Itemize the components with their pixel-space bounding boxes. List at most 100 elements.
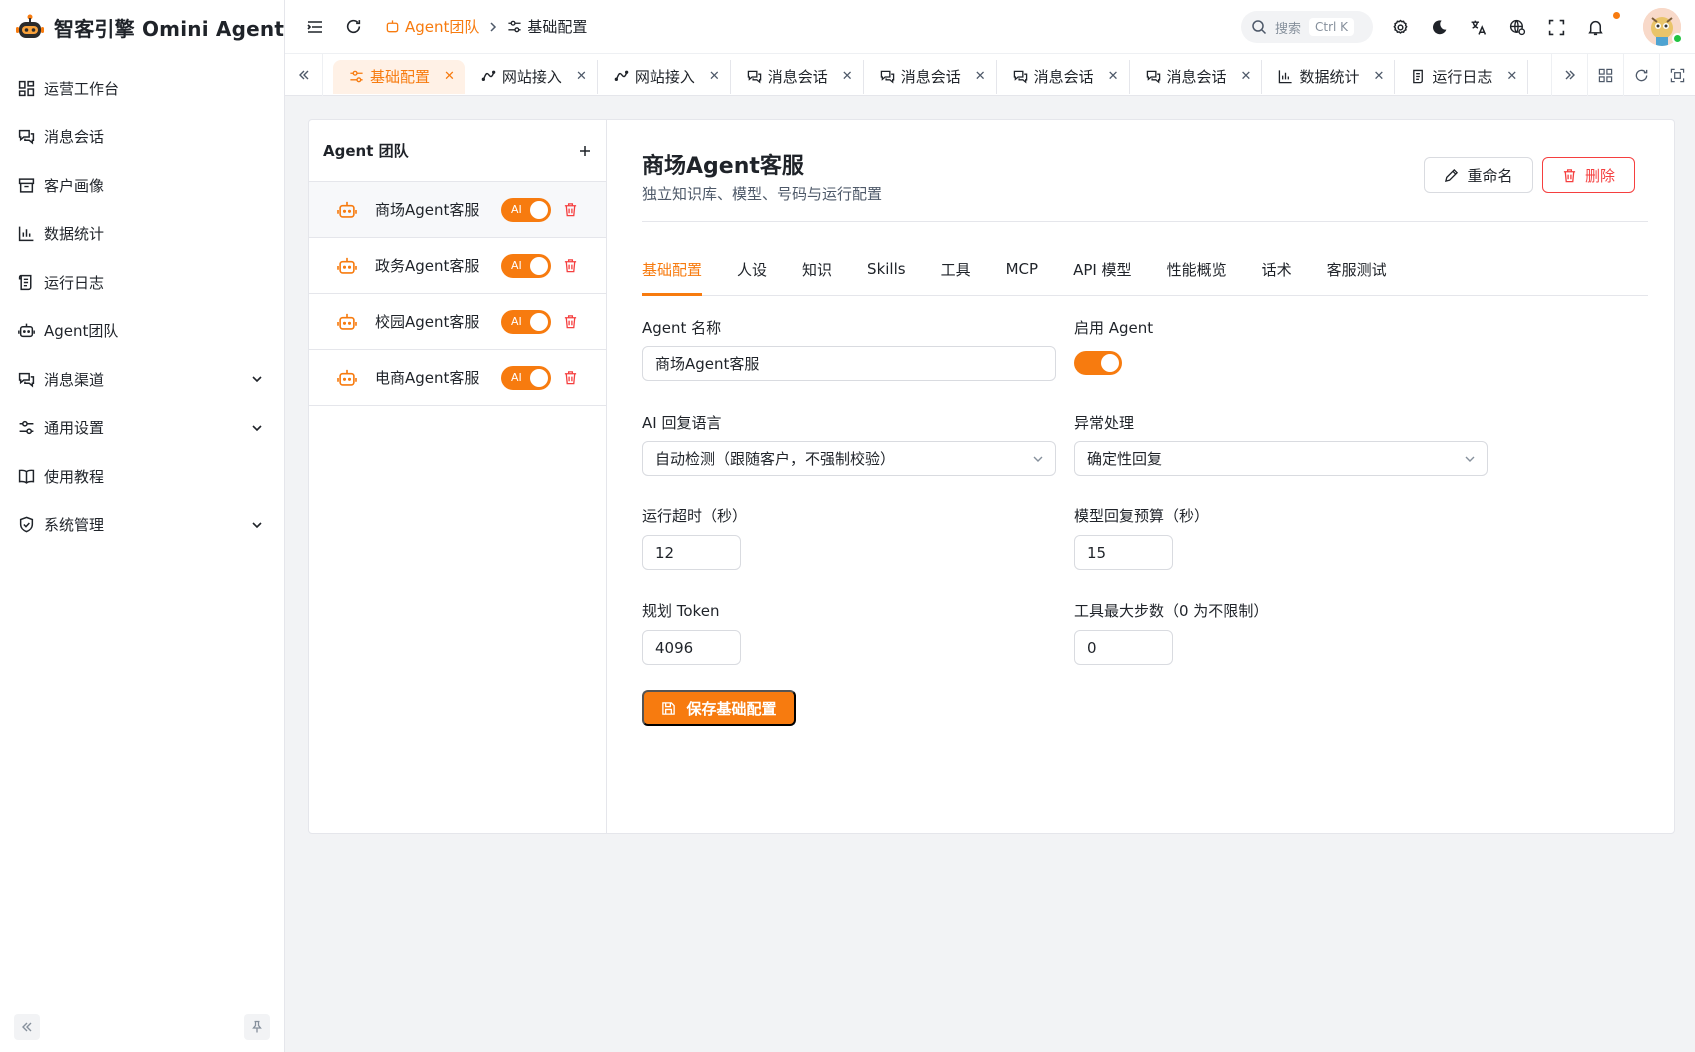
plan-token-field[interactable]: 4096 <box>642 630 741 665</box>
moon-icon <box>1431 19 1448 36</box>
tab-conversations[interactable]: 消息会话 ✕ <box>1130 59 1263 94</box>
language-button[interactable] <box>1468 17 1488 37</box>
tab-tools[interactable]: 工具 <box>941 252 971 296</box>
enable-agent-toggle[interactable] <box>1074 351 1122 375</box>
agent-name-field[interactable]: 商场Agent客服 <box>642 346 1056 381</box>
tab-conversations[interactable]: 消息会话 ✕ <box>864 59 997 94</box>
delete-agent-button[interactable] <box>563 258 578 273</box>
bell-icon <box>1587 19 1604 36</box>
agent-ai-toggle[interactable]: AI <box>501 309 551 334</box>
pin-sidebar-button[interactable] <box>244 1014 270 1040</box>
agent-ai-toggle[interactable]: AI <box>501 365 551 390</box>
sidebar-item-logs[interactable]: 运行日志 <box>0 258 284 307</box>
agent-ai-toggle[interactable]: AI <box>501 253 551 278</box>
pin-icon <box>250 1020 264 1034</box>
tab-label: 运行日志 <box>1432 68 1493 86</box>
tab-logs[interactable]: 运行日志 ✕ <box>1395 59 1529 94</box>
reply-language-select[interactable]: 自动检测（跟随客户，不强制校验） <box>642 441 1056 476</box>
add-agent-button[interactable] <box>578 144 592 158</box>
timeout-field[interactable]: 12 <box>642 535 741 570</box>
list-item[interactable]: 商场Agent客服 AI <box>309 182 606 238</box>
tab-label: 消息会话 <box>900 68 961 86</box>
search-box[interactable]: 搜索 Ctrl K <box>1241 11 1373 43</box>
sidebar-item-system[interactable]: 系统管理 <box>0 501 284 550</box>
fullscreen-button[interactable] <box>1546 17 1566 37</box>
agent-ai-toggle[interactable]: AI <box>501 197 551 222</box>
notifications-button[interactable] <box>1585 17 1605 37</box>
close-icon[interactable]: ✕ <box>444 69 455 84</box>
delete-agent-button[interactable] <box>563 202 578 217</box>
tab-label: 消息会话 <box>1166 68 1227 86</box>
tab-skills[interactable]: Skills <box>867 252 906 296</box>
tab-mcp[interactable]: MCP <box>1006 252 1038 296</box>
tabs-scroll-left-button[interactable] <box>285 53 323 96</box>
sidebar-item-customer-profile[interactable]: 客户画像 <box>0 161 284 210</box>
refresh-button[interactable] <box>343 17 363 37</box>
close-icon[interactable]: ✕ <box>975 69 986 84</box>
robot-icon <box>337 200 357 220</box>
agent-name: 电商Agent客服 <box>375 369 480 387</box>
chat-icon <box>18 371 35 388</box>
tab-basic-config[interactable]: 基础配置 ✕ <box>333 59 465 94</box>
rename-label: 重命名 <box>1467 167 1513 185</box>
tab-basic-config[interactable]: 基础配置 <box>642 252 703 296</box>
list-item[interactable]: 电商Agent客服 AI <box>309 350 606 406</box>
tab-website-access[interactable]: 网站接入 ✕ <box>598 59 731 94</box>
close-icon[interactable]: ✕ <box>576 69 587 84</box>
tab-knowledge[interactable]: 知识 <box>802 252 832 296</box>
agent-name: 商场Agent客服 <box>375 201 480 219</box>
collapse-sidebar-button[interactable] <box>14 1014 40 1040</box>
tabs-grid-button[interactable] <box>1587 54 1623 96</box>
tab-service-test[interactable]: 客服测试 <box>1327 252 1387 296</box>
close-icon[interactable]: ✕ <box>1373 69 1384 84</box>
tab-api-model[interactable]: API 模型 <box>1073 252 1132 296</box>
tab-website-access[interactable]: 网站接入 ✕ <box>465 59 598 94</box>
sidebar-item-dashboard[interactable]: 运营工作台 <box>0 64 284 113</box>
chevron-down-icon <box>250 518 264 532</box>
delete-agent-button[interactable] <box>563 370 578 385</box>
tabs-maximize-button[interactable] <box>1659 54 1695 96</box>
sidebar-item-general-settings[interactable]: 通用设置 <box>0 404 284 453</box>
list-item[interactable]: 政务Agent客服 AI <box>309 238 606 294</box>
close-icon[interactable]: ✕ <box>842 69 853 84</box>
tab-persona[interactable]: 人设 <box>737 252 767 296</box>
breadcrumb-current-label: 基础配置 <box>527 18 588 36</box>
delete-agent-button[interactable] <box>563 314 578 329</box>
tabs-scroll-right-button[interactable] <box>1551 54 1587 96</box>
close-icon[interactable]: ✕ <box>1241 69 1252 84</box>
sidebar-item-tutorial[interactable]: 使用教程 <box>0 452 284 501</box>
tabs-refresh-button[interactable] <box>1623 54 1659 96</box>
sidebar-item-conversations[interactable]: 消息会话 <box>0 113 284 162</box>
double-chevron-right-icon <box>1563 68 1577 82</box>
sidebar-item-label: 消息渠道 <box>44 370 105 389</box>
sidebar-footer <box>14 1014 270 1040</box>
save-button[interactable]: 保存基础配置 <box>642 690 796 726</box>
tab-statistics[interactable]: 数据统计 ✕ <box>1262 59 1396 94</box>
tab-conversations[interactable]: 消息会话 ✕ <box>731 59 864 94</box>
sidebar-item-statistics[interactable]: 数据统计 <box>0 210 284 259</box>
close-icon[interactable]: ✕ <box>1506 69 1517 84</box>
page-title: 商场Agent客服 <box>642 154 804 179</box>
sidebar-item-label: 客户画像 <box>44 176 105 195</box>
pencil-icon <box>1444 168 1459 183</box>
model-budget-field[interactable]: 15 <box>1074 535 1173 570</box>
tab-performance[interactable]: 性能概览 <box>1167 252 1227 296</box>
sidebar-item-channels[interactable]: 消息渠道 <box>0 355 284 404</box>
rename-button[interactable]: 重命名 <box>1424 157 1533 193</box>
close-icon[interactable]: ✕ <box>709 69 720 84</box>
tab-scripts[interactable]: 话术 <box>1262 252 1292 296</box>
exception-handling-select[interactable]: 确定性回复 <box>1074 441 1488 476</box>
tab-conversations[interactable]: 消息会话 ✕ <box>997 59 1130 94</box>
trash-icon <box>563 202 578 217</box>
sidebar-item-agent-team[interactable]: Agent团队 <box>0 307 284 356</box>
theme-toggle-button[interactable] <box>1429 17 1449 37</box>
tool-max-steps-field[interactable]: 0 <box>1074 630 1173 665</box>
menu-toggle-button[interactable] <box>305 17 325 37</box>
delete-button[interactable]: 删除 <box>1542 157 1635 193</box>
breadcrumb-parent[interactable]: Agent团队 <box>385 16 479 37</box>
region-button[interactable] <box>1507 17 1527 37</box>
list-item[interactable]: 校园Agent客服 AI <box>309 294 606 350</box>
sidebar-item-label: 数据统计 <box>44 225 105 244</box>
settings-button[interactable] <box>1390 17 1410 37</box>
close-icon[interactable]: ✕ <box>1108 69 1119 84</box>
